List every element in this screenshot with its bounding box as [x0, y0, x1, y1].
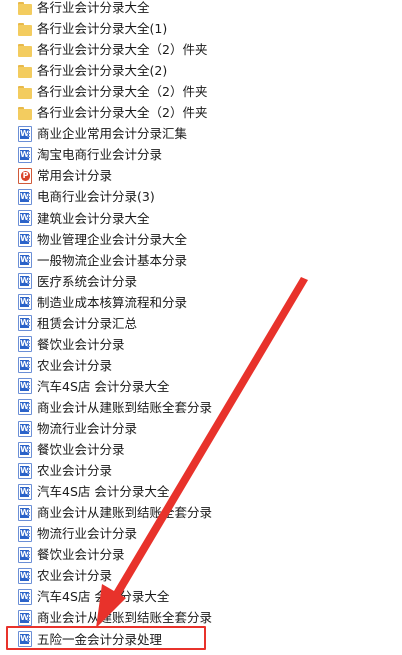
word-document-icon: W	[18, 252, 32, 269]
folder-icon	[18, 105, 32, 121]
file-item[interactable]: W 制造业成本核算流程和分录	[18, 292, 398, 313]
file-item[interactable]: W 租赁会计分录汇总	[18, 313, 398, 334]
file-item[interactable]: W 建筑业会计分录大全	[18, 208, 398, 229]
file-item[interactable]: W 商业会计从建账到结账全套分录	[18, 502, 398, 523]
word-document-icon: W	[18, 125, 32, 142]
file-name: 物业管理企业会计分录大全	[37, 231, 188, 247]
file-name: 农业会计分录	[37, 568, 113, 584]
file-name: 汽车4S店 会计分录大全	[37, 589, 170, 605]
folder-icon	[18, 0, 32, 16]
file-name: 医疗系统会计分录	[37, 273, 138, 289]
file-item[interactable]: W 餐饮业会计分录	[18, 439, 398, 460]
word-document-icon: W	[18, 188, 32, 205]
file-item[interactable]: W 汽车4S店 会计分录大全	[18, 376, 398, 397]
file-name: 农业会计分录	[37, 357, 113, 373]
word-document-icon: W	[18, 609, 32, 626]
pdf-file-icon: P	[18, 167, 32, 184]
file-name: 汽车4S店 会计分录大全	[37, 378, 170, 394]
file-item[interactable]: W 物流行业会计分录	[18, 418, 398, 439]
folder-icon	[18, 84, 32, 100]
file-name: 餐饮业会计分录	[37, 442, 125, 458]
file-item[interactable]: 各行业会计分录大全(1)	[18, 18, 398, 39]
file-item[interactable]: 各行业会计分录大全（2）件夹	[18, 102, 398, 123]
file-name: 各行业会计分录大全(2)	[37, 63, 168, 79]
file-item[interactable]: W 淘宝电商行业会计分录	[18, 144, 398, 165]
word-document-icon: W	[18, 231, 32, 248]
file-item[interactable]: W 汽车4S店 会计分录大全	[18, 481, 398, 502]
file-name: 各行业会计分录大全（2）件夹	[37, 42, 208, 58]
word-document-icon: W	[18, 525, 32, 542]
file-item[interactable]: 各行业会计分录大全（2）件夹	[18, 39, 398, 60]
file-item[interactable]: W 物流行业会计分录	[18, 523, 398, 544]
file-item[interactable]: W 餐饮业会计分录	[18, 544, 398, 565]
file-name: 商业企业常用会计分录汇集	[37, 126, 188, 142]
file-item[interactable]: W 餐饮业会计分录	[18, 334, 398, 355]
word-document-icon: W	[18, 378, 32, 395]
file-name: 餐饮业会计分录	[37, 547, 125, 563]
file-name: 一般物流企业会计基本分录	[37, 252, 188, 268]
file-name: 各行业会计分录大全（2）件夹	[37, 84, 208, 100]
word-document-icon: W	[18, 567, 32, 584]
file-item[interactable]: P 常用会计分录	[18, 165, 398, 186]
word-document-icon: W	[18, 483, 32, 500]
highlight-box	[6, 626, 206, 650]
file-name: 租赁会计分录汇总	[37, 315, 138, 331]
folder-icon	[18, 63, 32, 79]
folder-icon	[18, 21, 32, 37]
file-item[interactable]: W 物业管理企业会计分录大全	[18, 229, 398, 250]
word-document-icon: W	[18, 399, 32, 416]
file-item[interactable]: W 农业会计分录	[18, 460, 398, 481]
file-item[interactable]: W 一般物流企业会计基本分录	[18, 250, 398, 271]
file-item[interactable]: W 农业会计分录	[18, 565, 398, 586]
file-item[interactable]: 各行业会计分录大全	[18, 0, 398, 18]
word-document-icon: W	[18, 441, 32, 458]
file-item[interactable]: W 商业会计从建账到结账全套分录	[18, 397, 398, 418]
file-name: 淘宝电商行业会计分录	[37, 147, 163, 163]
file-item[interactable]: W 农业会计分录	[18, 355, 398, 376]
file-name: 各行业会计分录大全(1)	[37, 21, 168, 37]
file-name: 电商行业会计分录(3)	[37, 189, 155, 205]
file-name: 各行业会计分录大全	[37, 0, 150, 15]
word-document-icon: W	[18, 146, 32, 163]
file-name: 商业会计从建账到结账全套分录	[37, 505, 213, 521]
word-document-icon: W	[18, 210, 32, 226]
file-name: 物流行业会计分录	[37, 421, 138, 436]
file-item[interactable]: 各行业会计分录大全（2）件夹	[18, 81, 398, 102]
file-name: 建筑业会计分录大全	[37, 210, 150, 226]
file-name: 商业会计从建账到结账全套分录	[37, 399, 213, 415]
word-document-icon: W	[18, 273, 32, 290]
word-document-icon: W	[18, 420, 32, 437]
word-document-icon: W	[18, 546, 32, 563]
file-item[interactable]: W 医疗系统会计分录	[18, 271, 398, 292]
word-document-icon: W	[18, 504, 32, 521]
file-name: 物流行业会计分录	[37, 526, 138, 542]
file-name: 农业会计分录	[37, 463, 113, 479]
file-name: 常用会计分录	[37, 168, 113, 184]
file-item[interactable]: W 电商行业会计分录(3)	[18, 186, 398, 207]
word-document-icon: W	[18, 357, 32, 374]
file-name: 各行业会计分录大全（2）件夹	[37, 105, 208, 121]
word-document-icon: W	[18, 588, 32, 605]
word-document-icon: W	[18, 315, 32, 332]
word-document-icon: W	[18, 462, 32, 479]
file-name: 制造业成本核算流程和分录	[37, 294, 188, 310]
file-name: 餐饮业会计分录	[37, 336, 125, 352]
file-name: 汽车4S店 会计分录大全	[37, 484, 170, 500]
file-item[interactable]: W 汽车4S店 会计分录大全	[18, 586, 398, 607]
word-document-icon: W	[18, 294, 32, 311]
file-item[interactable]: 各行业会计分录大全(2)	[18, 60, 398, 81]
file-item[interactable]: W 商业企业常用会计分录汇集	[18, 123, 398, 144]
word-document-icon: W	[18, 336, 32, 353]
folder-icon	[18, 42, 32, 58]
